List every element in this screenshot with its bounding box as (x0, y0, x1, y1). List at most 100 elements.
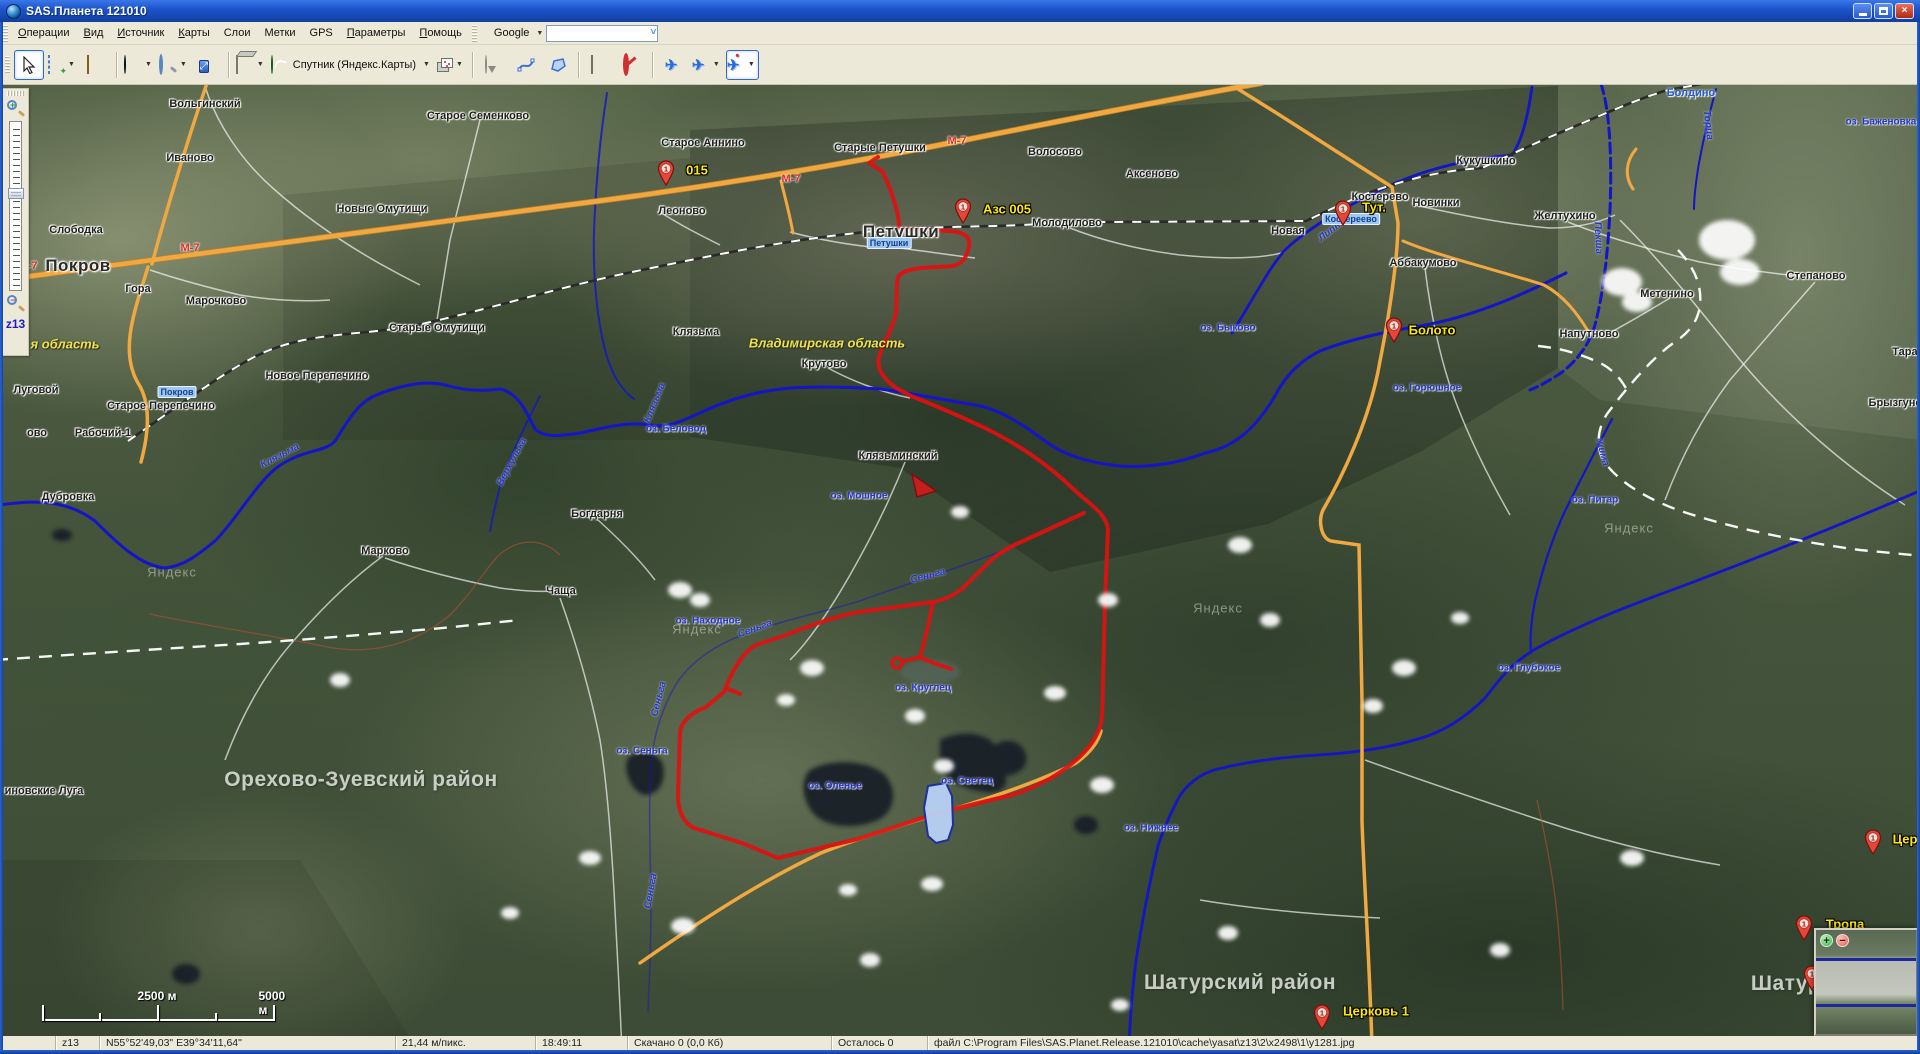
placemark-pin[interactable]: 1 (1864, 829, 1882, 855)
satellite-imagery (0, 85, 1920, 1036)
menu-item-метки[interactable]: Метки (257, 24, 302, 42)
map-source-button[interactable]: ▼ (235, 50, 268, 80)
placemark-pin[interactable]: 1 (1385, 317, 1403, 343)
no-entry-icon (623, 53, 629, 76)
goto-button[interactable]: ▼ (123, 50, 156, 80)
maps-cube-icon (236, 55, 238, 74)
placemark-pin[interactable]: 1 (1795, 915, 1813, 941)
chevron-down-icon[interactable]: ▼ (257, 61, 264, 68)
map-viewport[interactable]: ВольгинскийИвановоСтарое СеменковоСтарое… (0, 85, 1920, 1036)
status-pad (0, 1036, 56, 1050)
placemark-pin[interactable]: 1 (954, 198, 972, 224)
combo-chevron-icon[interactable]: ˅ (650, 27, 656, 38)
separator (578, 52, 580, 78)
toolbar-grip[interactable] (5, 56, 10, 73)
menu-item-операции[interactable]: Операции (11, 24, 76, 42)
menu-item-карты[interactable]: Карты (171, 24, 216, 42)
zoom-in-button[interactable]: + (5, 98, 26, 119)
maximize-button[interactable] (1874, 3, 1893, 19)
overview-minimap[interactable]: + − (1814, 928, 1918, 1036)
fullscreen-button[interactable]: ⤢ (193, 50, 223, 80)
placemark-label: Церковь 1 (1343, 1004, 1409, 1019)
path-icon (517, 56, 535, 74)
minimap-river-line (1816, 1004, 1916, 1007)
toolbar-grip[interactable] (472, 25, 477, 42)
select-rect-icon (48, 55, 50, 74)
chevron-down-icon[interactable]: ▼ (180, 61, 187, 68)
layers-icon (437, 58, 453, 72)
placemark-label: Цер (1893, 832, 1918, 847)
separator (472, 52, 474, 78)
zoom-slider-handle[interactable] (8, 188, 24, 199)
app-icon (6, 4, 21, 19)
fullscreen-icon: ⤢ (199, 60, 209, 73)
panel-grip[interactable] (7, 91, 24, 96)
globe-icon (124, 55, 126, 74)
placemark-label: Болото (1409, 323, 1456, 338)
separator (652, 52, 654, 78)
chevron-down-icon[interactable]: ▼ (456, 61, 463, 68)
main-toolbar: ▼ ▼ ▼ ⤢ ▼ Спутник (Яндекс.Карты) ▼ (0, 45, 1920, 85)
add-placemark-button[interactable] (479, 50, 509, 80)
gps-satellite-active-icon: ✈ (727, 56, 745, 74)
title-bar[interactable]: SAS.Планета 121010 × (0, 0, 1920, 22)
cursor-tool-button[interactable] (14, 50, 44, 80)
placemark-pin[interactable]: 1 (1334, 200, 1352, 226)
placemark-manager-button[interactable] (585, 50, 615, 80)
placemark-label: Азс 005 (983, 202, 1031, 217)
svg-text:1: 1 (1871, 833, 1875, 842)
active-map-label: Спутник (Яндекс.Карты) (289, 59, 420, 71)
svg-text:1: 1 (1341, 204, 1345, 213)
toolbar-grip[interactable] (3, 25, 8, 42)
minimap-zoom-in-button[interactable]: + (1820, 934, 1833, 947)
menu-item-слои[interactable]: Слои (217, 24, 258, 42)
minimap-river-line (1816, 958, 1916, 961)
minimap-zoom-out-button[interactable]: − (1836, 934, 1849, 947)
menu-item-источник[interactable]: Источник (110, 24, 171, 42)
selection-tool-button[interactable]: ▼ (46, 50, 79, 80)
svg-text:1: 1 (1320, 1008, 1324, 1017)
status-resolution: 21,44 м/пикс. (396, 1036, 536, 1050)
gps-connect-button[interactable]: ✈ (659, 50, 689, 80)
status-downloaded: Скачано 0 (0,0 Кб) (628, 1036, 832, 1050)
zoom-level-label: z13 (3, 317, 28, 331)
search-input[interactable] (546, 25, 658, 42)
placemark-label: 015 (686, 163, 708, 178)
minimize-button[interactable] (1853, 3, 1872, 19)
placemark-pin[interactable]: 1 (657, 160, 675, 186)
menu-item-вид[interactable]: Вид (76, 24, 110, 42)
zoom-slider[interactable] (9, 121, 22, 291)
ruler-tool-button[interactable] (81, 50, 111, 80)
placemark-pin[interactable]: 1 (1313, 1004, 1331, 1030)
gps-active-button[interactable]: ✈ ▼ (726, 50, 759, 80)
magnifier-icon (159, 54, 163, 75)
chevron-down-icon[interactable]: ▼ (145, 61, 152, 68)
search-tool-button[interactable]: ▼ (158, 50, 191, 80)
zoom-out-button[interactable]: − (5, 293, 26, 314)
window-title: SAS.Планета 121010 (26, 4, 147, 18)
svg-text:1: 1 (1392, 321, 1396, 330)
add-polygon-button[interactable] (543, 50, 573, 80)
hide-marks-button[interactable] (617, 50, 647, 80)
chevron-down-icon[interactable]: ▼ (713, 61, 720, 68)
chevron-down-icon[interactable]: ▼ (748, 61, 755, 68)
layers-button[interactable]: ▼ (436, 50, 467, 80)
yandex-satellite-icon (271, 55, 273, 74)
cursor-arrow-icon (20, 56, 38, 74)
active-map-button[interactable]: Спутник (Яндекс.Карты) ▼ (270, 50, 434, 80)
menu-item-параметры[interactable]: Параметры (340, 24, 413, 42)
status-remaining: Осталось 0 (832, 1036, 928, 1050)
chevron-down-icon[interactable]: ▼ (536, 30, 543, 37)
menu-item-gps[interactable]: GPS (303, 24, 340, 42)
svg-text:1: 1 (961, 202, 965, 211)
chevron-down-icon[interactable]: ▼ (68, 61, 75, 68)
user-polygon[interactable] (924, 783, 953, 843)
menu-item-помощь[interactable]: Помощь (412, 24, 469, 42)
placemark-icon (485, 55, 487, 74)
separator (116, 52, 118, 78)
chevron-down-icon[interactable]: ▼ (423, 61, 430, 68)
add-path-button[interactable] (511, 50, 541, 80)
close-button[interactable]: × (1895, 3, 1914, 19)
search-engine-button[interactable]: Google (490, 24, 533, 42)
gps-track-button[interactable]: ✈ ▼ (691, 50, 724, 80)
